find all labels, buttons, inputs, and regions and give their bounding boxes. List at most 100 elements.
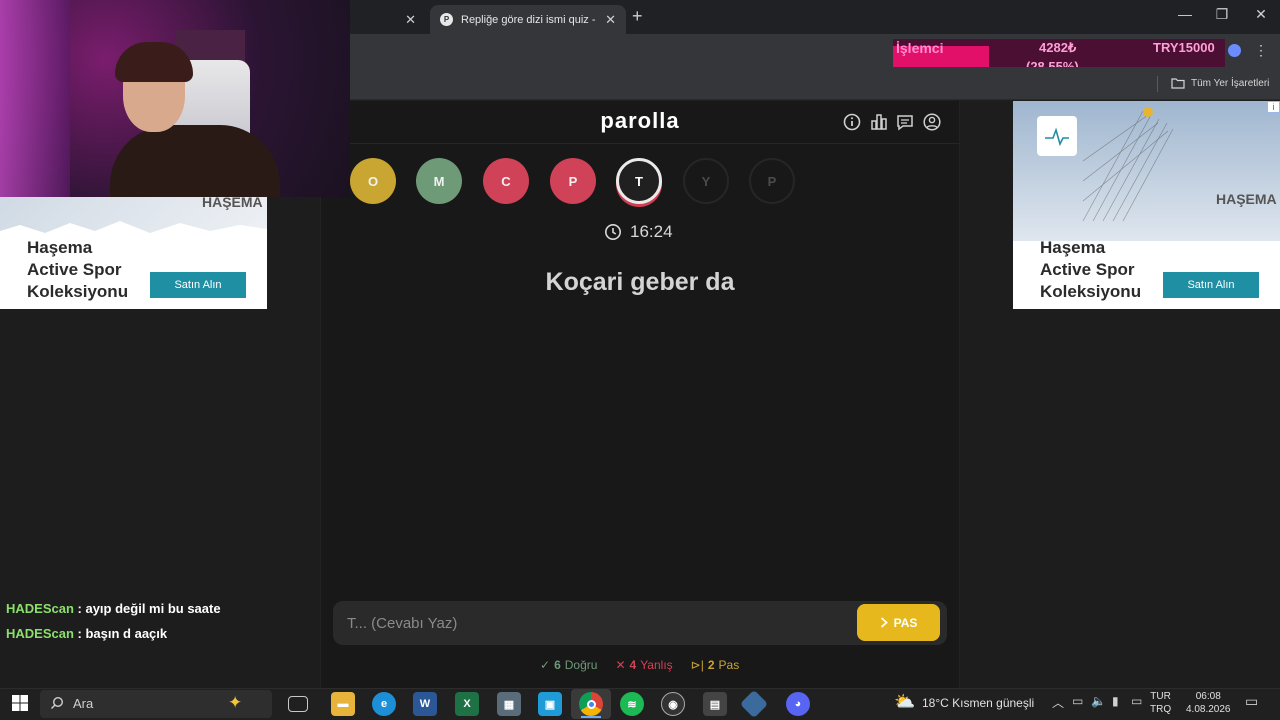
correct-stat: ✓ 6 Doğru — [540, 658, 597, 672]
letter-p-future[interactable]: P — [749, 158, 795, 204]
ad-title-line3: Koleksiyonu — [1040, 282, 1142, 301]
language-top: TUR — [1150, 691, 1171, 702]
app-terminal-icon[interactable]: ▤ — [703, 692, 727, 716]
score-stats: ✓ 6 Doğru ✕ 4 Yanlış ⊳| 2 Pas — [540, 658, 739, 672]
file-explorer-icon[interactable]: ▬ — [331, 692, 355, 716]
site-logo[interactable]: parolla — [540, 108, 740, 134]
edge-icon[interactable]: e — [372, 692, 396, 716]
all-bookmarks-folder[interactable]: Tüm Yer İşaretleri — [1171, 77, 1269, 89]
answer-input[interactable] — [347, 611, 847, 635]
timer: 16:24 — [604, 222, 673, 242]
profile-icon[interactable] — [922, 112, 942, 132]
letter-p[interactable]: P — [550, 158, 596, 204]
all-bookmarks-label: Tüm Yer İşaretleri — [1191, 77, 1270, 89]
weather-icon[interactable]: ⛅ — [894, 692, 915, 712]
question-text: Koçari geber da — [545, 268, 735, 296]
ad-buy-button[interactable]: Satın Alın — [150, 272, 246, 298]
word-icon[interactable]: W — [413, 692, 437, 716]
search-placeholder: Ara — [73, 696, 94, 711]
favicon-icon: P — [440, 13, 453, 26]
letter-o[interactable]: O — [350, 158, 396, 204]
correct-count: 6 — [554, 658, 561, 672]
pass-stat-label: Pas — [718, 658, 740, 672]
close-window-icon[interactable]: ✕ — [1251, 6, 1271, 23]
chat-message: HADEScan : başın d aaçık — [6, 626, 167, 641]
microphone-icon[interactable]: ▮ — [1112, 694, 1119, 708]
menu-dots-icon[interactable]: ⋮ — [1254, 42, 1268, 59]
windows-start-icon[interactable] — [12, 695, 28, 711]
tab-title: Repliğe göre dizi ismi quiz - parolla — [461, 13, 599, 26]
wrong-label: Yanlış — [640, 658, 673, 672]
info-icon[interactable] — [842, 112, 862, 132]
discord-icon[interactable]: ◕ — [786, 692, 810, 716]
obs-icon[interactable]: ◉ — [661, 692, 685, 716]
extension-icon[interactable] — [1228, 44, 1241, 57]
folder-icon — [1171, 78, 1185, 89]
chat-text: : ayıp değil mi bu saate — [73, 601, 221, 616]
try-label: TRY15000 — [1153, 40, 1215, 55]
letter-c[interactable]: C — [483, 158, 529, 204]
tab-close-icon[interactable]: ✕ — [405, 12, 416, 28]
chevron-up-icon[interactable]: ︿ — [1052, 694, 1064, 711]
sparkle-icon[interactable]: ✦ — [228, 693, 242, 713]
search-icon — [51, 696, 64, 709]
letter-m[interactable]: M — [416, 158, 462, 204]
bookmarks-divider — [1157, 76, 1158, 92]
ad-net-graphic — [1082, 110, 1174, 222]
webcam-overlay — [0, 0, 350, 197]
new-tab-icon[interactable]: + — [632, 6, 643, 27]
cpu-value: 4282₺ — [1039, 40, 1077, 55]
ad-title-line2: Active Spor — [27, 260, 122, 279]
timer-value: 16:24 — [630, 222, 673, 241]
pass-button[interactable]: PAS — [857, 604, 940, 641]
clock-date: 4.08.2026 — [1186, 704, 1231, 715]
excel-icon[interactable]: X — [455, 692, 479, 716]
weather-text[interactable]: 18°C Kısmen güneşli — [922, 696, 1034, 710]
taskbar-clock[interactable]: 06:08 4.08.2026 — [1186, 690, 1231, 716]
battery-icon[interactable]: ▭ — [1072, 694, 1083, 708]
letter-t-current[interactable]: T — [616, 158, 662, 204]
ad-title-line3: Koleksiyonu — [27, 282, 129, 301]
wrong-stat: ✕ 4 Yanlış — [615, 658, 672, 672]
ad-title-line2: Active Spor — [1040, 260, 1135, 279]
volume-icon[interactable]: 🔈 — [1091, 694, 1106, 708]
pass-label: PAS — [893, 615, 918, 630]
language-indicator[interactable]: TUR TRQ — [1150, 690, 1171, 716]
notification-icon[interactable]: ▭ — [1245, 693, 1258, 710]
language-bottom: TRQ — [1150, 704, 1172, 715]
cpu-label: İşlemci — [896, 40, 944, 56]
chat-username: HADEScan — [6, 626, 74, 641]
store-icon[interactable]: ▣ — [538, 692, 562, 716]
tab-close-icon[interactable]: ✕ — [605, 12, 616, 28]
ball-graphic — [1143, 107, 1153, 117]
task-view-icon[interactable] — [288, 696, 308, 712]
cross-icon: ✕ — [615, 658, 626, 672]
ad-buy-button[interactable]: Satın Alın — [1163, 272, 1259, 298]
chrome-icon[interactable] — [579, 692, 603, 716]
feedback-icon[interactable] — [895, 112, 915, 132]
network-icon[interactable]: ▭ — [1131, 694, 1142, 708]
maximize-icon[interactable]: ❐ — [1212, 6, 1232, 23]
minimize-icon[interactable]: — — [1175, 6, 1195, 22]
tab-active[interactable]: P Repliğe göre dizi ismi quiz - parolla … — [430, 5, 626, 34]
stats-icon[interactable] — [869, 112, 889, 132]
check-icon: ✓ — [540, 658, 551, 672]
skip-icon: ⊳| — [690, 658, 704, 672]
ad-logo-box — [1037, 116, 1077, 156]
ad-title-line1: Haşema — [1040, 238, 1106, 257]
clock-icon — [605, 224, 621, 240]
tab-inactive[interactable]: ✕ — [350, 5, 426, 34]
clock-time: 06:08 — [1195, 691, 1221, 702]
chat-username: HADEScan — [6, 601, 74, 616]
ad-brand: HAŞEMA — [1216, 191, 1277, 207]
pass-count: 2 — [707, 658, 715, 672]
spotify-icon[interactable]: ≋ — [620, 692, 644, 716]
letter-y[interactable]: Y — [683, 158, 729, 204]
heartbeat-logo-icon — [1045, 127, 1069, 147]
ad-title-line1: Haşema — [27, 238, 93, 257]
led-light-graphic — [0, 0, 70, 197]
ad-banner-right[interactable]: HAŞEMA i Haşema Active Spor Koleksiyonu … — [1013, 101, 1280, 309]
calculator-icon[interactable]: ▦ — [497, 692, 521, 716]
chat-message: HADEScan : ayıp değil mi bu saate — [6, 601, 221, 616]
ad-choices-icon[interactable]: i — [1267, 101, 1280, 113]
